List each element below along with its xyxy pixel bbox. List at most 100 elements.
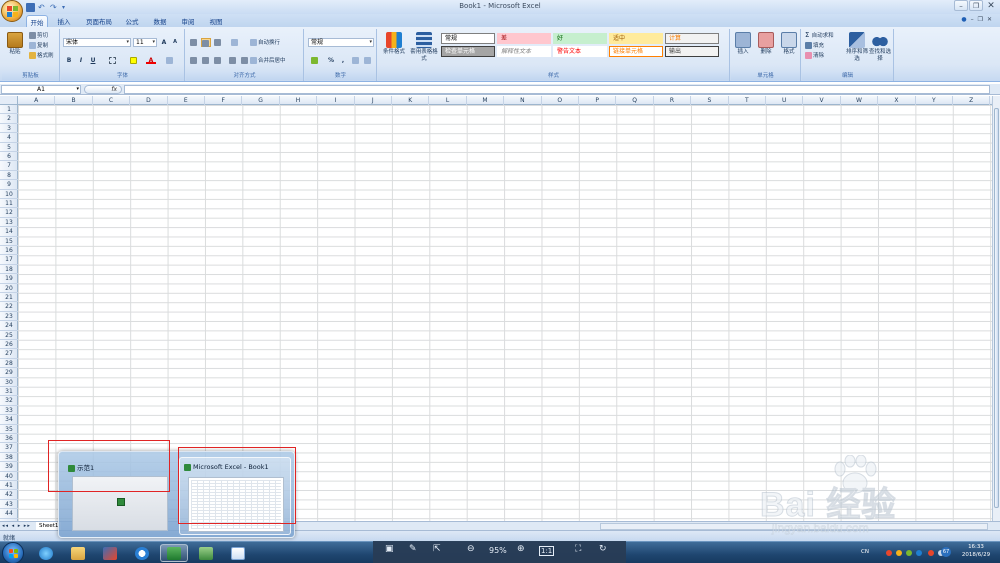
tray-notify-icon[interactable] xyxy=(896,550,902,556)
name-box[interactable]: A1 xyxy=(1,85,81,94)
column-header[interactable]: E xyxy=(168,96,205,105)
decrease-indent-button[interactable] xyxy=(228,56,238,65)
copy-button[interactable]: 复制 xyxy=(29,42,48,50)
vertical-scroll-thumb[interactable] xyxy=(994,108,999,508)
column-header[interactable]: D xyxy=(130,96,168,105)
cell-style-item[interactable]: 输出 xyxy=(665,46,719,57)
percent-button[interactable]: % xyxy=(326,56,336,65)
tab-page-layout[interactable]: 页面布局 xyxy=(82,15,116,27)
ribbon-close-icon[interactable]: ✕ xyxy=(987,16,992,23)
find-select-button[interactable]: 查找和选择 xyxy=(869,32,891,63)
taskbar-sogou[interactable] xyxy=(128,544,156,562)
vertical-scrollbar[interactable] xyxy=(992,96,1000,521)
align-top-button[interactable] xyxy=(189,38,199,47)
cell-style-item[interactable]: 差 xyxy=(497,33,551,44)
tray-security-icon[interactable] xyxy=(916,550,922,556)
column-header[interactable]: U xyxy=(766,96,804,105)
tab-formulas[interactable]: 公式 xyxy=(120,15,144,27)
increase-decimal-button[interactable] xyxy=(351,56,361,65)
sheet-nav-arrows[interactable]: ◂◂ ◂ ▸ ▸▸ xyxy=(2,523,31,529)
cut-button[interactable]: 剪切 xyxy=(29,32,48,40)
paste-button[interactable]: 粘贴 xyxy=(4,32,26,56)
minimize-icon[interactable]: – xyxy=(954,0,968,11)
row-header[interactable]: 15 xyxy=(0,237,18,246)
column-header[interactable]: S xyxy=(691,96,729,105)
row-header[interactable]: 22 xyxy=(0,302,18,312)
column-header[interactable]: W xyxy=(841,96,879,105)
cell-style-item[interactable]: 常规 xyxy=(441,33,495,44)
row-header[interactable]: 9 xyxy=(0,180,18,190)
row-header[interactable]: 1 xyxy=(0,105,18,115)
format-cells-button[interactable]: 格式 xyxy=(778,32,800,56)
viewer-save-icon[interactable]: ▣ xyxy=(385,544,394,554)
taskbar-explorer[interactable] xyxy=(64,544,92,562)
row-header[interactable]: 11 xyxy=(0,199,18,209)
row-header[interactable]: 33 xyxy=(0,406,18,416)
zoom-in-icon[interactable]: ⊕ xyxy=(517,544,525,554)
column-header[interactable]: O xyxy=(542,96,579,105)
column-header[interactable]: Y xyxy=(916,96,953,105)
row-header[interactable]: 3 xyxy=(0,124,18,134)
cell-style-item[interactable]: 计算 xyxy=(665,33,719,44)
underline-button[interactable]: U xyxy=(88,56,98,65)
delete-cells-button[interactable]: 删除 xyxy=(755,32,777,56)
column-header[interactable]: Z xyxy=(953,96,991,105)
tab-data[interactable]: 数据 xyxy=(148,15,172,27)
row-header[interactable]: 36 xyxy=(0,434,18,444)
tab-insert[interactable]: 插入 xyxy=(52,15,76,27)
row-header[interactable]: 24 xyxy=(0,321,18,331)
row-header[interactable]: 16 xyxy=(0,246,18,256)
conditional-format-button[interactable]: 条件格式 xyxy=(381,32,407,56)
row-header[interactable]: 29 xyxy=(0,368,18,378)
font-size-select[interactable]: 11 xyxy=(133,38,157,47)
wrap-text-button[interactable]: 自动换行 xyxy=(250,39,280,47)
select-all-corner[interactable] xyxy=(0,96,18,105)
column-header[interactable]: F xyxy=(205,96,243,105)
formula-input[interactable] xyxy=(124,85,990,94)
font-name-select[interactable]: 宋体 xyxy=(63,38,131,47)
cell-style-item[interactable]: 警告文本 xyxy=(553,46,607,57)
column-header[interactable]: A xyxy=(18,96,56,105)
grow-font-button[interactable]: A xyxy=(159,38,169,47)
viewer-share-icon[interactable]: ⇱ xyxy=(433,544,441,554)
taskbar-ie[interactable] xyxy=(32,544,60,562)
ribbon-minimize-icon[interactable]: – xyxy=(971,16,974,23)
help-icon[interactable]: ● xyxy=(961,16,966,23)
column-header[interactable]: N xyxy=(504,96,542,105)
row-header[interactable]: 30 xyxy=(0,378,18,387)
decrease-decimal-button[interactable] xyxy=(363,56,373,65)
clear-button[interactable]: 清除 xyxy=(805,52,824,60)
row-header[interactable]: 40 xyxy=(0,472,18,481)
align-bottom-button[interactable] xyxy=(213,38,223,47)
phonetic-button[interactable] xyxy=(165,56,175,65)
taskbar-clock[interactable]: 16:33 2018/6/29 xyxy=(954,543,998,559)
row-header[interactable]: 43 xyxy=(0,500,18,510)
start-button[interactable] xyxy=(2,542,24,563)
row-header[interactable]: 21 xyxy=(0,293,18,303)
row-header[interactable]: 41 xyxy=(0,481,18,491)
row-header[interactable]: 13 xyxy=(0,218,18,228)
align-right-button[interactable] xyxy=(213,56,223,65)
cell-style-item[interactable]: 适中 xyxy=(609,33,663,44)
row-header[interactable]: 19 xyxy=(0,274,18,284)
row-header[interactable]: 27 xyxy=(0,349,18,359)
cell-style-item[interactable]: 检查单元格 xyxy=(441,46,495,57)
restore-icon[interactable]: ❐ xyxy=(969,0,983,11)
row-header[interactable]: 23 xyxy=(0,312,18,322)
row-header[interactable]: 6 xyxy=(0,152,18,162)
column-header[interactable]: X xyxy=(878,96,916,105)
column-header[interactable]: M xyxy=(467,96,505,105)
column-header[interactable]: L xyxy=(429,96,467,105)
row-header[interactable]: 32 xyxy=(0,396,18,406)
tray-flag-icon[interactable] xyxy=(928,550,934,556)
row-header[interactable]: 7 xyxy=(0,161,18,171)
row-header[interactable]: 20 xyxy=(0,284,18,293)
font-color-button[interactable]: A xyxy=(146,56,156,64)
tab-view[interactable]: 视图 xyxy=(204,15,228,27)
column-header[interactable]: R xyxy=(654,96,692,105)
fill-button[interactable]: 填充 xyxy=(805,42,824,50)
column-header[interactable]: V xyxy=(803,96,841,105)
column-header[interactable]: T xyxy=(729,96,766,105)
row-header[interactable]: 28 xyxy=(0,359,18,369)
column-header[interactable]: C xyxy=(93,96,131,105)
